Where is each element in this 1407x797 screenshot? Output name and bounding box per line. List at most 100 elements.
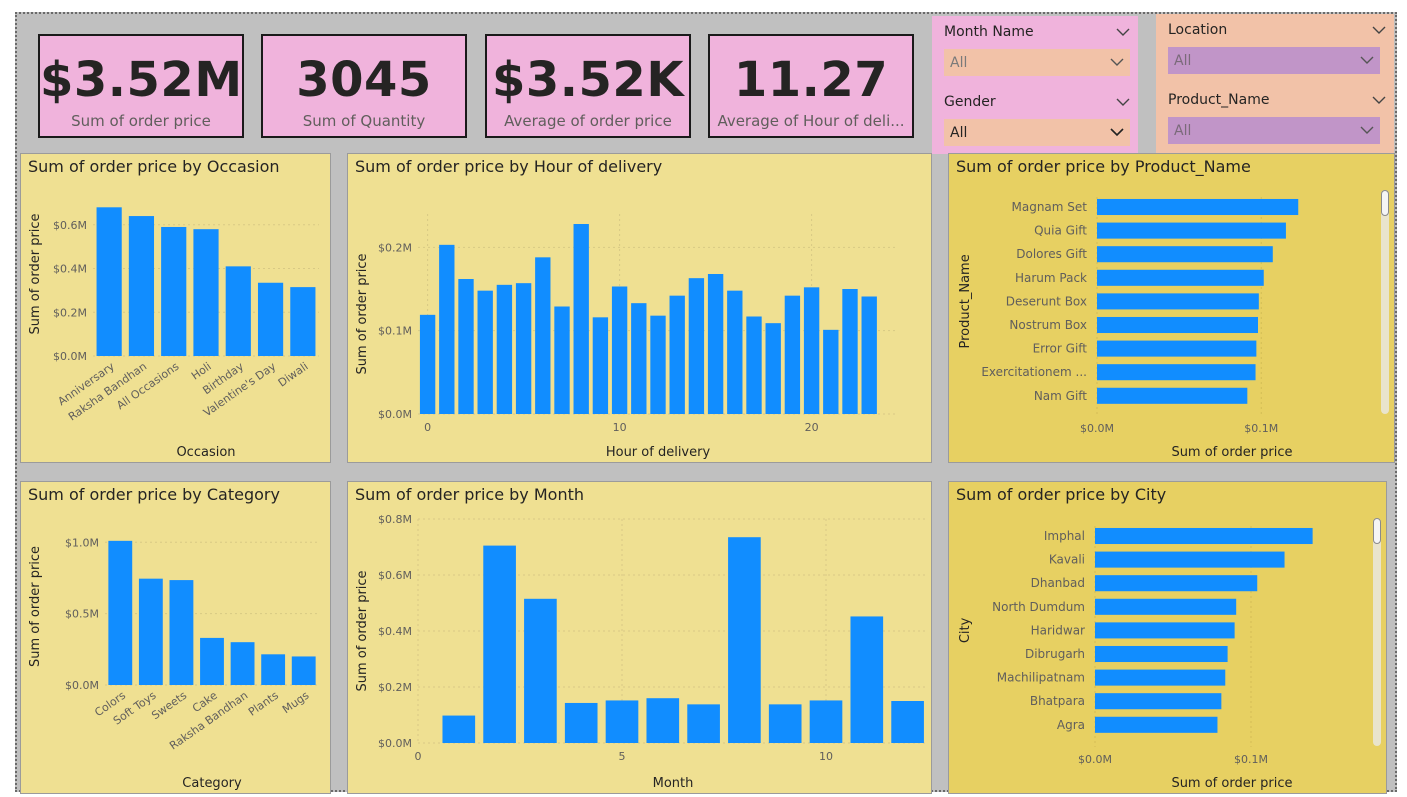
bar [1095, 716, 1218, 733]
bar [483, 545, 516, 743]
bar [554, 306, 570, 414]
bar [439, 244, 455, 414]
kpi-card-average-order-price[interactable]: $3.52K Average of order price [485, 34, 691, 138]
slicer-dropdown[interactable]: All [944, 49, 1130, 76]
scrollbar-thumb[interactable] [1373, 518, 1381, 544]
bar [803, 287, 820, 414]
y-tick-label: $0.8M [378, 513, 412, 526]
scrollbar-thumb[interactable] [1381, 190, 1389, 216]
bar [573, 224, 589, 414]
kpi-label: Average of Hour of deli... [717, 112, 905, 130]
city-scrollbar[interactable] [1373, 518, 1381, 746]
bar [442, 715, 476, 743]
kpi-label: Sum of Quantity [302, 112, 426, 130]
slicer-value: All [950, 54, 968, 71]
bar [496, 284, 513, 414]
y-tick-label: Nam Gift [1034, 389, 1087, 403]
chevron-down-icon[interactable] [1372, 26, 1386, 35]
bar [1095, 645, 1228, 663]
bar [611, 286, 628, 414]
bar [861, 296, 877, 414]
bar [1097, 198, 1299, 216]
bar [687, 704, 720, 743]
y-tick-label: Dibrugarh [1025, 647, 1085, 661]
x-axis-title: Sum of order price [1171, 445, 1292, 460]
product-scrollbar[interactable] [1381, 190, 1389, 414]
slicer-dropdown[interactable]: All [944, 119, 1130, 146]
bar [193, 229, 219, 356]
x-axis-title: Month [653, 776, 694, 791]
chart-panel-occasion[interactable]: Sum of order price by Occasion $0.0M $0.2… [20, 153, 331, 463]
bar [96, 207, 122, 356]
bar [707, 274, 724, 414]
bar [1097, 316, 1258, 334]
x-tick-label: $0.0M [1078, 753, 1112, 766]
x-tick-label: $0.1M [1244, 422, 1278, 435]
chevron-down-icon [1110, 128, 1124, 137]
kpi-card-total-order-price[interactable]: $3.52M Sum of order price [38, 34, 244, 138]
slicer-header: Gender [944, 91, 1130, 113]
bar [477, 290, 493, 414]
bar [1095, 551, 1285, 568]
bar [161, 226, 187, 356]
y-tick-label: Machilipatnam [997, 671, 1085, 685]
bar [458, 279, 474, 414]
product-bar-chart: $0.0M $0.1M Magnam Set Quia Gift Dolores Gif… [958, 197, 1299, 460]
bar [784, 295, 801, 414]
y-tick-label: Dolores Gift [1016, 247, 1087, 261]
bar [564, 702, 598, 743]
y-tick-label: $0.2M [378, 241, 412, 254]
y-tick-label: Error Gift [1033, 342, 1088, 356]
y-tick-label: $0.4M [378, 625, 412, 638]
x-axis-title: Hour of delivery [606, 445, 711, 460]
slicer-value: All [950, 124, 968, 141]
bar [768, 704, 802, 743]
chevron-down-icon[interactable] [1116, 98, 1130, 107]
y-axis-title: Sum of order price [355, 570, 370, 691]
bar [1095, 575, 1258, 592]
bar [650, 315, 666, 414]
slicer-dropdown[interactable]: All [1168, 47, 1380, 74]
chevron-down-icon [1360, 126, 1374, 134]
chart-panel-product-name[interactable]: Sum of order price by Product_Name $0.0M… [948, 153, 1395, 463]
hour-bar-chart: $0.0M $0.1M $0.2M 0 10 20 Hour of delivery Sum … [355, 214, 898, 460]
y-tick-label: Harum Pack [1015, 271, 1087, 285]
bar [1095, 598, 1237, 615]
chevron-down-icon[interactable] [1372, 96, 1386, 105]
chart-panel-category[interactable]: Sum of order price by Category $0.0M $0.5… [20, 481, 331, 794]
bar [1097, 222, 1286, 239]
slicer-dropdown[interactable]: All [1168, 117, 1380, 144]
kpi-label: Sum of order price [71, 112, 211, 130]
x-tick-label: Mugs [280, 689, 312, 717]
y-axis-title: City [958, 617, 973, 643]
x-axis-title: Category [182, 776, 242, 791]
bar [1097, 269, 1264, 286]
y-tick-label: Nostrum Box [1009, 318, 1087, 332]
kpi-card-total-quantity[interactable]: 3045 Sum of Quantity [261, 34, 467, 138]
y-tick-label: $0.2M [53, 306, 87, 319]
chevron-down-icon[interactable] [1116, 28, 1130, 37]
slicer-value: All [1174, 52, 1192, 69]
slicer-header: Product_Name [1168, 89, 1386, 111]
y-tick-label: Haridwar [1031, 623, 1085, 637]
chart-panel-hour-of-delivery[interactable]: Sum of order price by Hour of delivery $… [347, 153, 932, 463]
bar [524, 598, 557, 743]
chart-panel-month[interactable]: Sum of order price by Month $0.0M $0.2M $0… [347, 481, 932, 794]
bar [419, 314, 436, 414]
bar [1097, 246, 1273, 263]
kpi-value: $3.52M [40, 52, 243, 108]
kpi-card-average-hour[interactable]: 11.27 Average of Hour of deli... [708, 34, 914, 138]
slicer-header: Month Name [944, 21, 1130, 43]
slicer-title: Location [1168, 22, 1228, 38]
y-axis-title: Sum of order price [28, 546, 43, 667]
chart-panel-city[interactable]: Sum of order price by City $0.0M $0.1M Imp… [948, 481, 1387, 794]
y-tick-label: Agra [1057, 718, 1085, 732]
kpi-value: 3045 [296, 52, 432, 108]
slicer-title: Month Name [944, 24, 1034, 40]
bar [765, 323, 781, 414]
x-tick-label: 20 [805, 421, 819, 434]
bar [290, 287, 316, 356]
slicer-title: Gender [944, 94, 996, 110]
slicer-title: Product_Name [1168, 92, 1270, 108]
y-tick-label: $0.6M [53, 219, 87, 232]
